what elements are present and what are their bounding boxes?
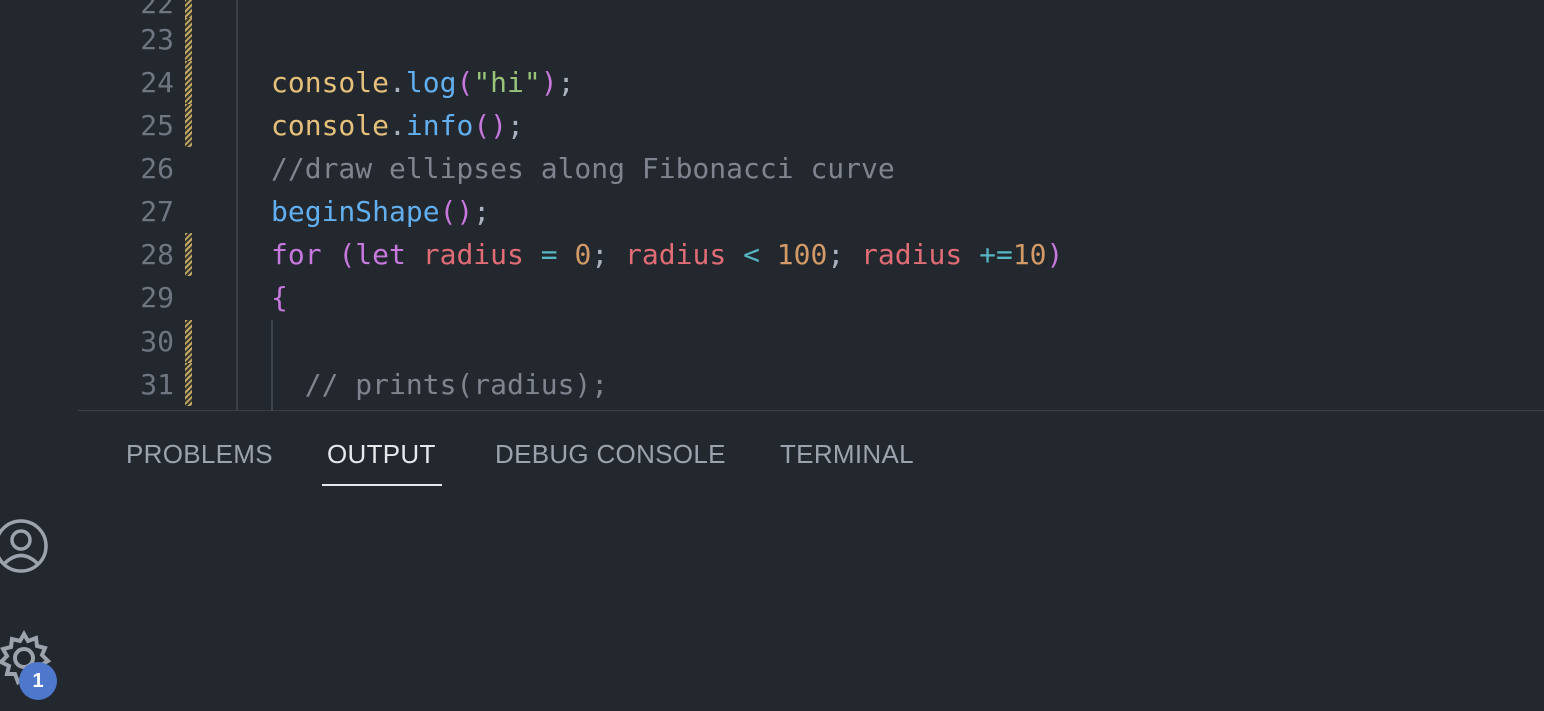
code-line[interactable]: 25 console.info(); bbox=[0, 104, 1544, 147]
line-number: 27 bbox=[140, 195, 174, 228]
code-token: radius bbox=[422, 238, 541, 271]
modified-gutter-marker[interactable] bbox=[185, 104, 192, 147]
code-token: radius bbox=[625, 238, 744, 271]
code-token: "hi" bbox=[473, 66, 541, 99]
modified-gutter-marker[interactable] bbox=[185, 363, 192, 406]
active-tab-indicator bbox=[322, 484, 442, 486]
code-text: // prints(radius); bbox=[271, 363, 608, 406]
code-line[interactable]: 31 // prints(radius); bbox=[0, 363, 1544, 406]
bottom-panel: PROBLEMS OUTPUT DEBUG CONSOLE TERMINAL bbox=[78, 410, 1544, 711]
modified-gutter-marker[interactable] bbox=[185, 320, 192, 363]
line-number: 24 bbox=[140, 66, 174, 99]
tab-output[interactable]: OUTPUT bbox=[327, 439, 436, 470]
code-text: for (let radius = 0; radius < 100; radiu… bbox=[271, 233, 1063, 276]
line-number: 23 bbox=[140, 23, 174, 56]
code-token: console bbox=[271, 109, 390, 142]
code-text: //draw ellipses along Fibonacci curve bbox=[271, 147, 895, 190]
code-token: ) bbox=[1046, 238, 1064, 271]
code-text: { bbox=[271, 276, 288, 319]
modified-gutter-marker[interactable] bbox=[185, 61, 192, 104]
code-token: () bbox=[439, 195, 474, 228]
code-token: += bbox=[979, 238, 1013, 271]
code-token: ; bbox=[557, 66, 575, 99]
code-token: log bbox=[405, 66, 457, 99]
code-line[interactable]: 29 { bbox=[0, 276, 1544, 319]
code-token: beginShape bbox=[271, 195, 440, 228]
code-token: { bbox=[271, 281, 288, 314]
settings-badge: 1 bbox=[19, 662, 57, 700]
code-token: // prints(radius); bbox=[271, 368, 609, 401]
code-token: console bbox=[271, 66, 390, 99]
tab-terminal[interactable]: TERMINAL bbox=[780, 439, 914, 470]
code-line[interactable]: 23 bbox=[0, 18, 1544, 61]
code-text: console.info(); bbox=[271, 104, 524, 147]
code-token: ; bbox=[591, 238, 626, 271]
code-token: 10 bbox=[1012, 238, 1047, 271]
tab-debug-console[interactable]: DEBUG CONSOLE bbox=[495, 439, 726, 470]
line-number: 29 bbox=[140, 281, 174, 314]
code-token: ( bbox=[338, 238, 356, 271]
code-token: 0 bbox=[574, 238, 592, 271]
tab-problems[interactable]: PROBLEMS bbox=[126, 439, 273, 470]
line-number: 30 bbox=[140, 325, 174, 358]
code-token: < bbox=[743, 238, 777, 271]
code-token: let bbox=[355, 238, 423, 271]
code-line[interactable]: 26 //draw ellipses along Fibonacci curve bbox=[0, 147, 1544, 190]
line-number: 26 bbox=[140, 152, 174, 185]
line-number: 25 bbox=[140, 109, 174, 142]
code-token: info bbox=[405, 109, 474, 142]
modified-gutter-marker[interactable] bbox=[185, 233, 192, 276]
code-token: ; bbox=[507, 109, 524, 142]
line-number: 28 bbox=[140, 238, 174, 271]
code-line[interactable]: 30 bbox=[0, 320, 1544, 363]
code-text: beginShape(); bbox=[271, 190, 490, 233]
line-number: 31 bbox=[140, 368, 174, 401]
modified-gutter-marker[interactable] bbox=[185, 18, 192, 61]
code-token: ; bbox=[473, 195, 491, 228]
code-line[interactable]: 27 beginShape(); bbox=[0, 190, 1544, 233]
code-token: ( bbox=[456, 66, 474, 99]
code-token: 100 bbox=[776, 238, 828, 271]
code-token: ) bbox=[540, 66, 558, 99]
code-token: () bbox=[473, 109, 508, 142]
code-editor[interactable]: 22 23 24 console.log("hi"); 25 console.info()… bbox=[0, 0, 1544, 410]
code-token: ; bbox=[827, 238, 862, 271]
code-token: //draw ellipses along Fibonacci curve bbox=[271, 152, 895, 185]
code-token: for bbox=[271, 238, 339, 271]
code-token: . bbox=[389, 109, 406, 142]
code-token: . bbox=[389, 66, 406, 99]
code-line[interactable]: 28 for (let radius = 0; radius < 100; rad… bbox=[0, 233, 1544, 276]
code-line[interactable]: 24 console.log("hi"); bbox=[0, 61, 1544, 104]
account-icon[interactable] bbox=[0, 515, 50, 582]
code-token: = bbox=[540, 238, 575, 271]
code-text: console.log("hi"); bbox=[271, 61, 574, 104]
code-token: radius bbox=[861, 238, 980, 271]
